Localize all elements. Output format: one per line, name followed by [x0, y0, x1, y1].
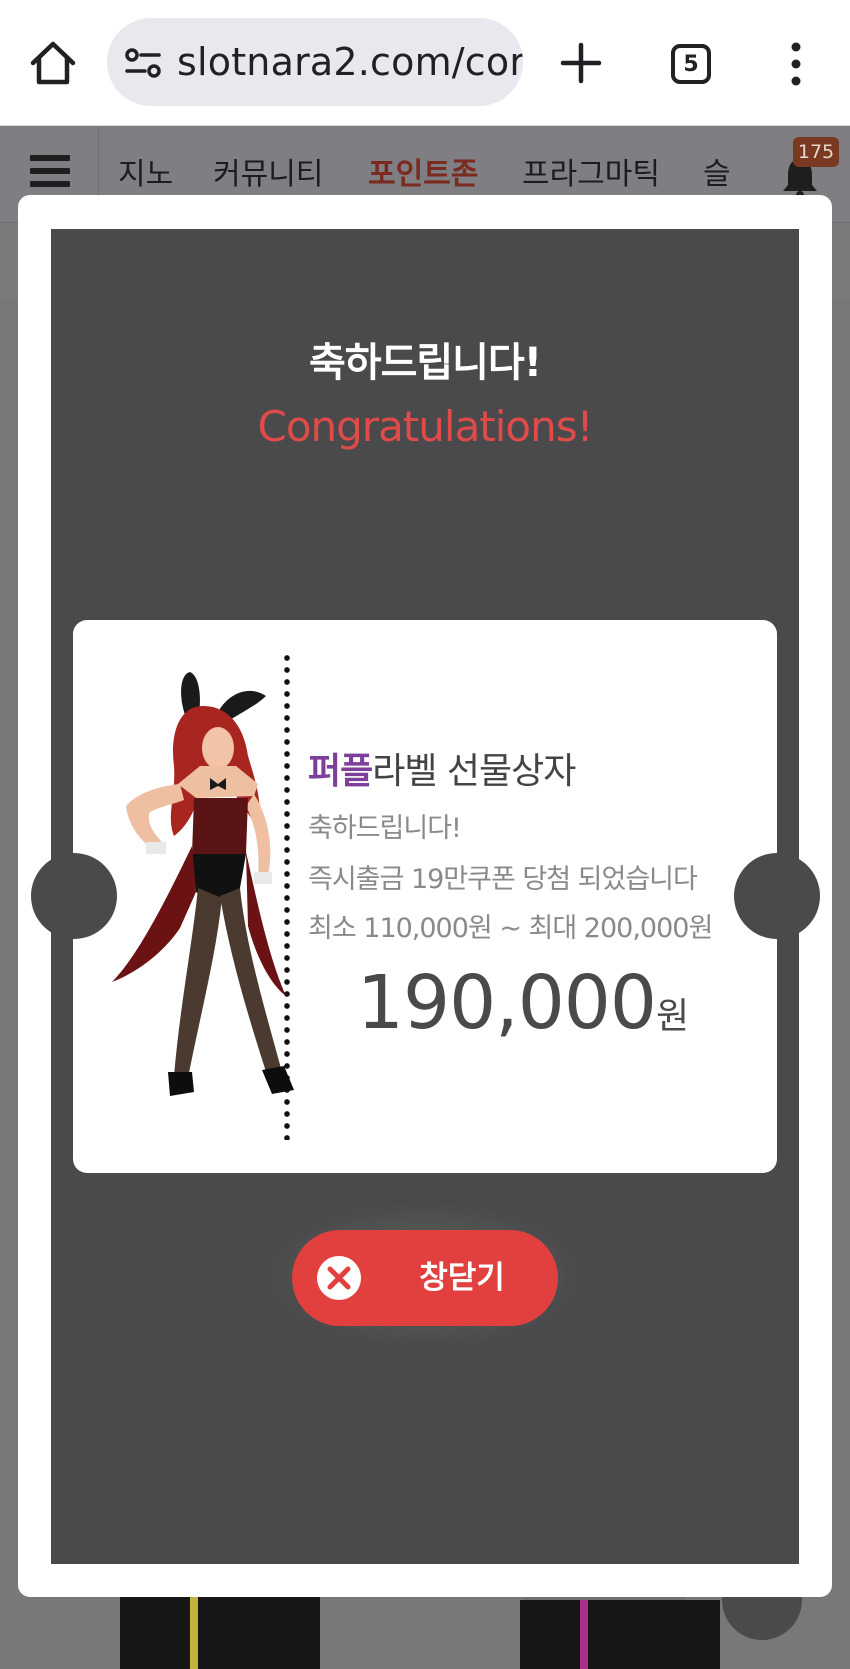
nav-item-slot[interactable]: 슬 [703, 149, 731, 193]
prize-amount-row: 190,000원 [308, 960, 738, 1046]
ticket-notch-right [734, 853, 820, 939]
tab-switcher-button[interactable]: 5 [671, 44, 711, 84]
prize-name: 퍼플라벨 선물상자 [308, 742, 576, 794]
url-text: slotnara2.com/cor [177, 40, 523, 84]
modal-subtitle: Congratulations! [257, 402, 594, 451]
nav-item-community[interactable]: 커뮤니티 [213, 149, 323, 193]
site-info-icon[interactable] [123, 44, 163, 82]
ticket-message-line-2: 즉시출금 19만쿠폰 당첨 되었습니다 [308, 864, 698, 895]
close-modal-button[interactable]: 창닫기 [292, 1230, 558, 1326]
new-tab-icon[interactable] [556, 38, 606, 88]
nav-item-pragmatic[interactable]: 프라그마틱 [522, 149, 660, 193]
prize-amount: 190,000 [356, 960, 657, 1046]
browser-toolbar: slotnara2.com/cor 5 [0, 0, 850, 126]
modal-title: 축하드립니다! [308, 340, 542, 386]
hamburger-menu-icon[interactable] [30, 155, 70, 191]
close-icon [317, 1256, 361, 1300]
address-bar[interactable]: slotnara2.com/cor [107, 18, 523, 106]
prize-name-rest: 라벨 선물상자 [372, 751, 576, 792]
prize-amount-unit: 원 [655, 996, 690, 1037]
page-banner-left [120, 1595, 320, 1669]
notification-count-badge: 175 [793, 137, 839, 167]
nav-item-pointzone[interactable]: 포인트존 [368, 149, 478, 193]
page-banner-right [520, 1600, 720, 1669]
ticket-message-line-3: 최소 110,000원 ~ 최대 200,000원 [308, 913, 713, 944]
more-menu-icon[interactable] [782, 40, 810, 88]
bunny-girl-illustration [112, 672, 294, 1096]
nav-item-jino[interactable]: 지노 [118, 149, 173, 193]
close-button-label: 창닫기 [419, 1260, 505, 1296]
ticket-message-line-1: 축하드립니다! [308, 813, 462, 844]
prize-brand: 퍼플 [308, 751, 373, 792]
home-icon[interactable] [26, 36, 80, 90]
ticket-notch-left [31, 853, 117, 939]
